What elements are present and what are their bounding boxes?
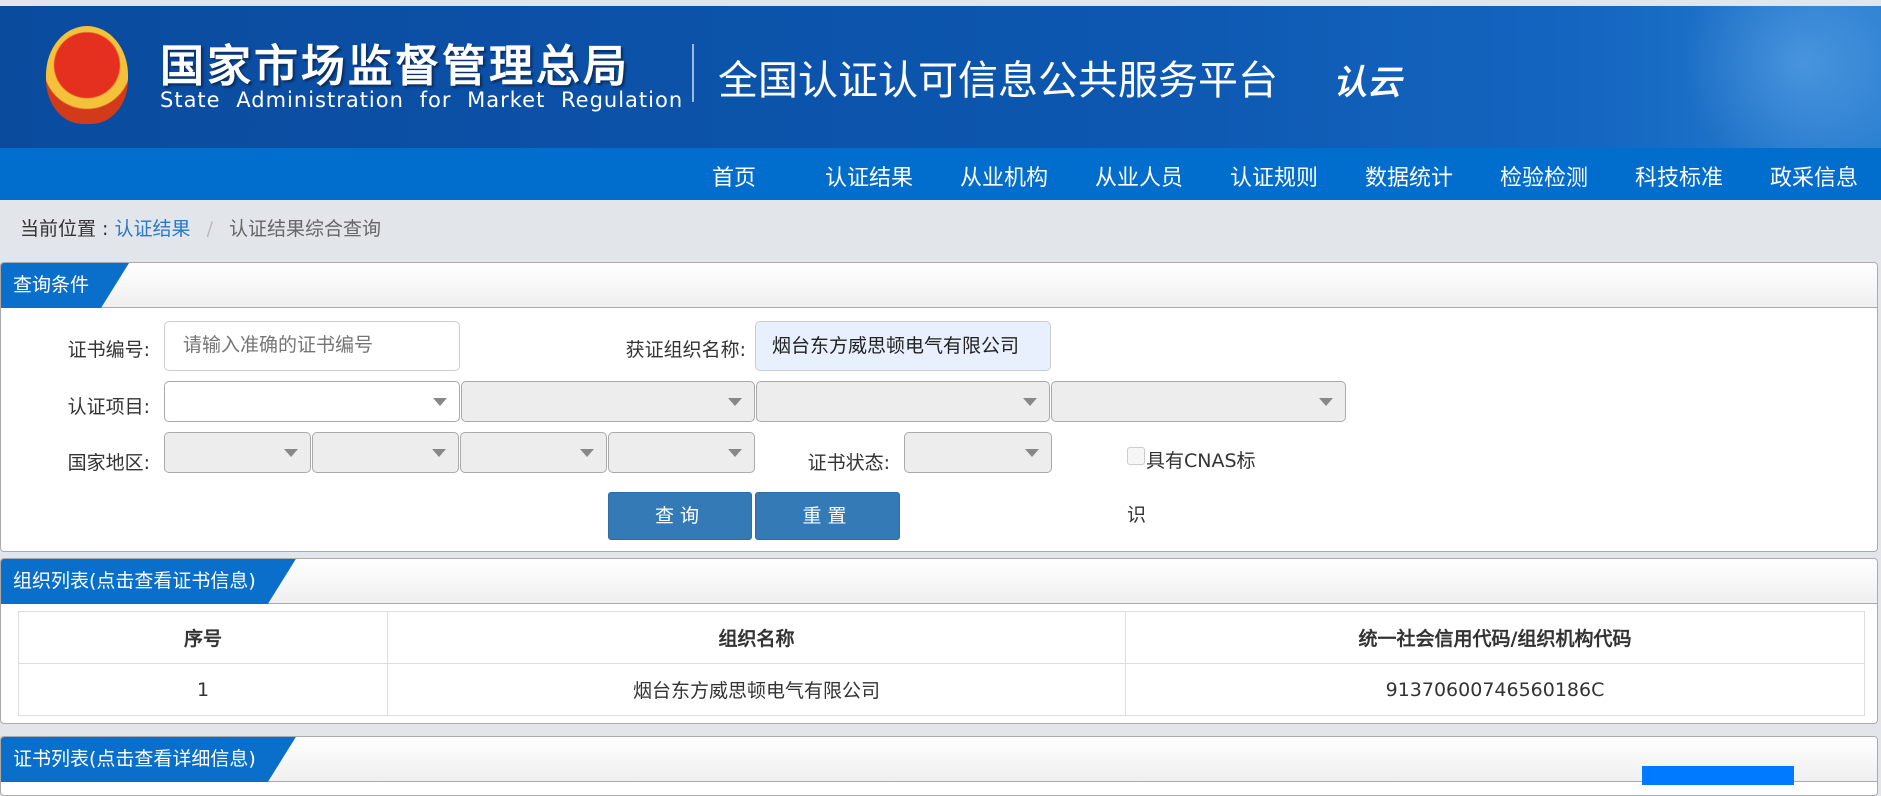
dropdown-arrow-icon [433,398,447,406]
floating-action-button[interactable] [1642,766,1794,785]
breadcrumb-current: 认证结果综合查询 [229,218,382,240]
row-credit-code: 91370600746560186C [1125,663,1865,716]
org-list-panel: 组织列表(点击查看证书信息) 序号 组织名称 统一社会信用代码/组织机构代码 1… [0,558,1878,724]
region-select-3[interactable] [460,432,607,473]
platform-logo: 认云 [1333,63,1401,103]
dropdown-arrow-icon [1025,449,1039,457]
col-credit-code: 统一社会信用代码/组织机构代码 [1125,611,1865,664]
cert-list-panel: 证书列表(点击查看详细信息) [0,736,1878,796]
nav-procurement[interactable]: 政采信息 [1770,160,1858,192]
breadcrumb-link[interactable]: 认证结果 [115,218,191,240]
cert-list-title: 证书列表(点击查看详细信息) [1,737,296,782]
reset-button[interactable]: 重置 [755,492,900,540]
dropdown-arrow-icon [728,398,742,406]
breadcrumb: 当前位置 : 认证结果 / 认证结果综合查询 [20,214,381,241]
dropdown-arrow-icon [580,449,594,457]
region-select-2[interactable] [312,432,459,473]
project-select-2[interactable] [461,381,755,422]
cert-list-header: 证书列表(点击查看详细信息) [1,737,1877,782]
search-button[interactable]: 查询 [608,492,752,540]
table-row[interactable]: 1 烟台东方威思顿电气有限公司 91370600746560186C [18,663,1865,716]
banner-decoration [1621,6,1881,148]
dropdown-arrow-icon [284,449,298,457]
dropdown-arrow-icon [1023,398,1037,406]
status-label: 证书状态: [807,452,890,474]
org-list-title: 组织列表(点击查看证书信息) [1,559,296,604]
breadcrumb-separator: / [206,218,213,240]
project-select-1[interactable] [164,381,460,422]
dropdown-arrow-icon [432,449,446,457]
national-emblem-icon [46,26,128,124]
table-header-row: 序号 组织名称 统一社会信用代码/组织机构代码 [18,611,1865,664]
breadcrumb-prefix: 当前位置 : [20,218,109,240]
nav-cert-results[interactable]: 认证结果 [825,160,913,192]
agency-name-cn: 国家市场监督管理总局 [160,41,630,92]
nav-personnel[interactable]: 从业人员 [1095,160,1183,192]
region-select-1[interactable] [164,432,311,473]
region-select-4[interactable] [608,432,755,473]
col-index: 序号 [18,611,388,664]
region-label: 国家地区: [67,452,150,474]
query-panel-title: 查询条件 [1,263,129,308]
cnas-label-line2: 识 [1127,504,1147,526]
nav-home[interactable]: 首页 [712,160,756,192]
dropdown-arrow-icon [728,449,742,457]
row-org-name[interactable]: 烟台东方威思顿电气有限公司 [387,663,1126,716]
header-divider [692,44,694,102]
nav-inspection[interactable]: 检验检测 [1500,160,1588,192]
nav-institutions[interactable]: 从业机构 [960,160,1048,192]
org-list-header: 组织列表(点击查看证书信息) [1,559,1877,604]
cnas-label-line1: 具有CNAS标 [1146,450,1256,472]
agency-name-en: State Administration for Market Regulati… [160,88,684,112]
nav-statistics[interactable]: 数据统计 [1365,160,1453,192]
cnas-checkbox[interactable] [1127,447,1145,465]
nav-rules[interactable]: 认证规则 [1230,160,1318,192]
nav-standards[interactable]: 科技标准 [1635,160,1723,192]
cert-no-input[interactable] [164,321,460,371]
cert-no-label: 证书编号: [67,339,150,361]
status-select[interactable] [904,432,1052,473]
org-table: 序号 组织名称 统一社会信用代码/组织机构代码 1 烟台东方威思顿电气有限公司 … [18,611,1865,716]
project-select-4[interactable] [1051,381,1346,422]
org-name-label: 获证组织名称: [625,339,746,361]
col-org-name: 组织名称 [387,611,1126,664]
row-index: 1 [18,663,388,716]
main-nav: 首页 认证结果 从业机构 从业人员 认证规则 数据统计 检验检测 科技标准 政采… [0,148,1881,200]
query-panel-header: 查询条件 [1,263,1877,308]
dropdown-arrow-icon [1319,398,1333,406]
project-label: 认证项目: [67,396,150,418]
platform-title: 全国认证认可信息公共服务平台 [718,58,1278,104]
org-name-input[interactable]: 烟台东方威思顿电气有限公司 [755,321,1051,371]
project-select-3[interactable] [756,381,1050,422]
